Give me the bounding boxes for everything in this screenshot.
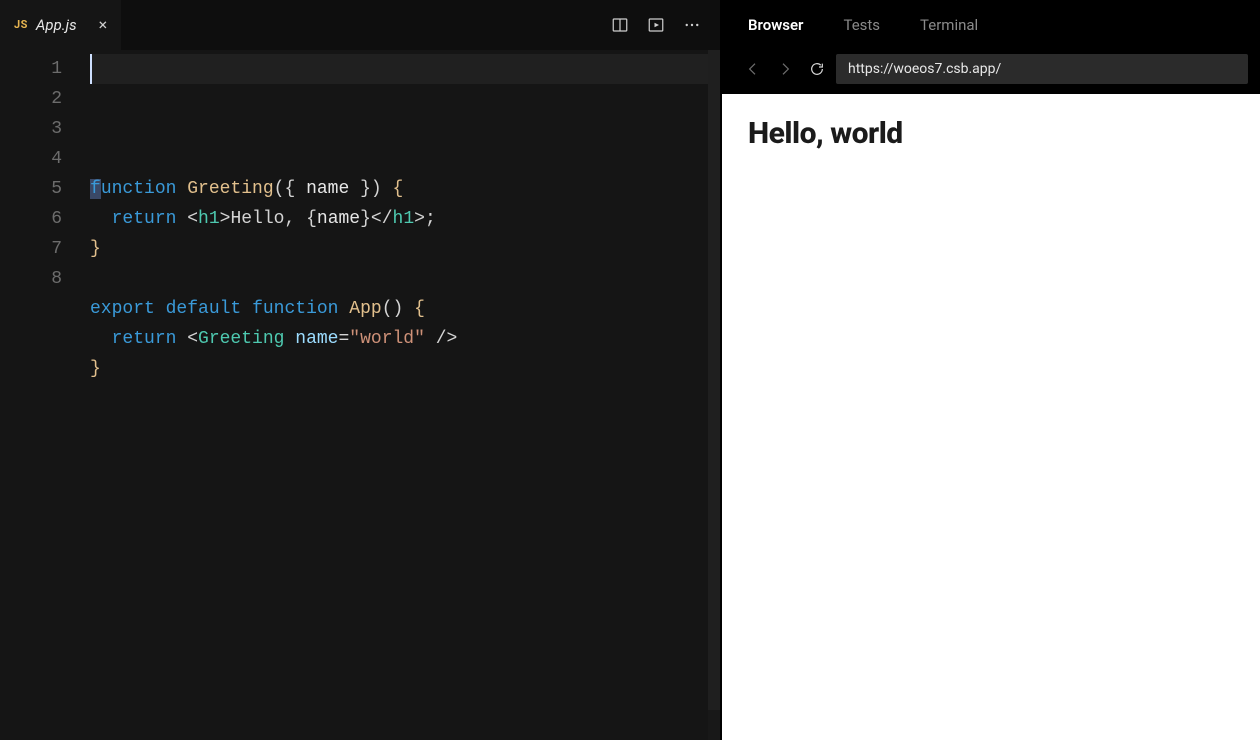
address-url: https://woeos7.csb.app/ xyxy=(848,61,1001,77)
line-number: 3 xyxy=(0,114,90,144)
line-number: 4 xyxy=(0,144,90,174)
back-icon[interactable] xyxy=(740,54,766,84)
line-number: 1 xyxy=(0,54,90,84)
split-editor-icon[interactable] xyxy=(602,0,638,50)
file-tab-appjs[interactable]: JS App.js × xyxy=(0,0,121,50)
preview-tabbar: Browser Tests Terminal xyxy=(722,0,1260,50)
line-number: 8 xyxy=(0,264,90,294)
code-line[interactable]: export default function App() { xyxy=(90,294,720,324)
minimap-thumb[interactable] xyxy=(708,50,720,710)
tab-tests[interactable]: Tests xyxy=(843,16,880,34)
minimap-scrollbar[interactable] xyxy=(708,50,720,740)
tabbar-actions xyxy=(602,0,720,50)
preview-page: Hello, world xyxy=(722,94,1260,740)
active-line-highlight xyxy=(90,54,708,84)
code-line[interactable]: } xyxy=(90,234,720,264)
reload-icon[interactable] xyxy=(804,54,830,84)
editor-pane: JS App.js × 12345678 xyxy=(0,0,720,740)
line-number: 2 xyxy=(0,84,90,114)
close-icon[interactable]: × xyxy=(99,17,108,33)
code-line[interactable]: return <Greeting name="world" /> xyxy=(90,324,720,354)
preview-pane: Browser Tests Terminal https://woeos7.cs… xyxy=(720,0,1260,740)
code-line[interactable]: return <h1>Hello, {name}</h1>; xyxy=(90,204,720,234)
editor-tabbar: JS App.js × xyxy=(0,0,720,50)
code-line[interactable] xyxy=(90,384,720,414)
line-number-gutter: 12345678 xyxy=(0,50,90,740)
code-area[interactable]: function Greeting({ name }) { return <h1… xyxy=(90,50,720,740)
browser-toolbar: https://woeos7.csb.app/ xyxy=(722,50,1260,94)
page-heading: Hello, world xyxy=(748,116,1234,151)
app-root: JS App.js × 12345678 xyxy=(0,0,1260,740)
tabbar-spacer xyxy=(121,0,602,50)
run-preview-icon[interactable] xyxy=(638,0,674,50)
text-cursor xyxy=(90,54,92,84)
file-tab-label: App.js xyxy=(36,16,77,34)
code-line[interactable] xyxy=(90,264,720,294)
js-file-icon: JS xyxy=(14,18,28,31)
line-number: 7 xyxy=(0,234,90,264)
code-line[interactable]: } xyxy=(90,354,720,384)
editor-body[interactable]: 12345678 function Greeting({ name }) { r… xyxy=(0,50,720,740)
line-number: 6 xyxy=(0,204,90,234)
code-line[interactable]: function Greeting({ name }) { xyxy=(90,174,720,204)
forward-icon[interactable] xyxy=(772,54,798,84)
tab-terminal[interactable]: Terminal xyxy=(920,16,978,34)
address-bar[interactable]: https://woeos7.csb.app/ xyxy=(836,54,1248,84)
more-actions-icon[interactable] xyxy=(674,0,710,50)
line-number: 5 xyxy=(0,174,90,204)
tab-browser[interactable]: Browser xyxy=(748,16,803,34)
